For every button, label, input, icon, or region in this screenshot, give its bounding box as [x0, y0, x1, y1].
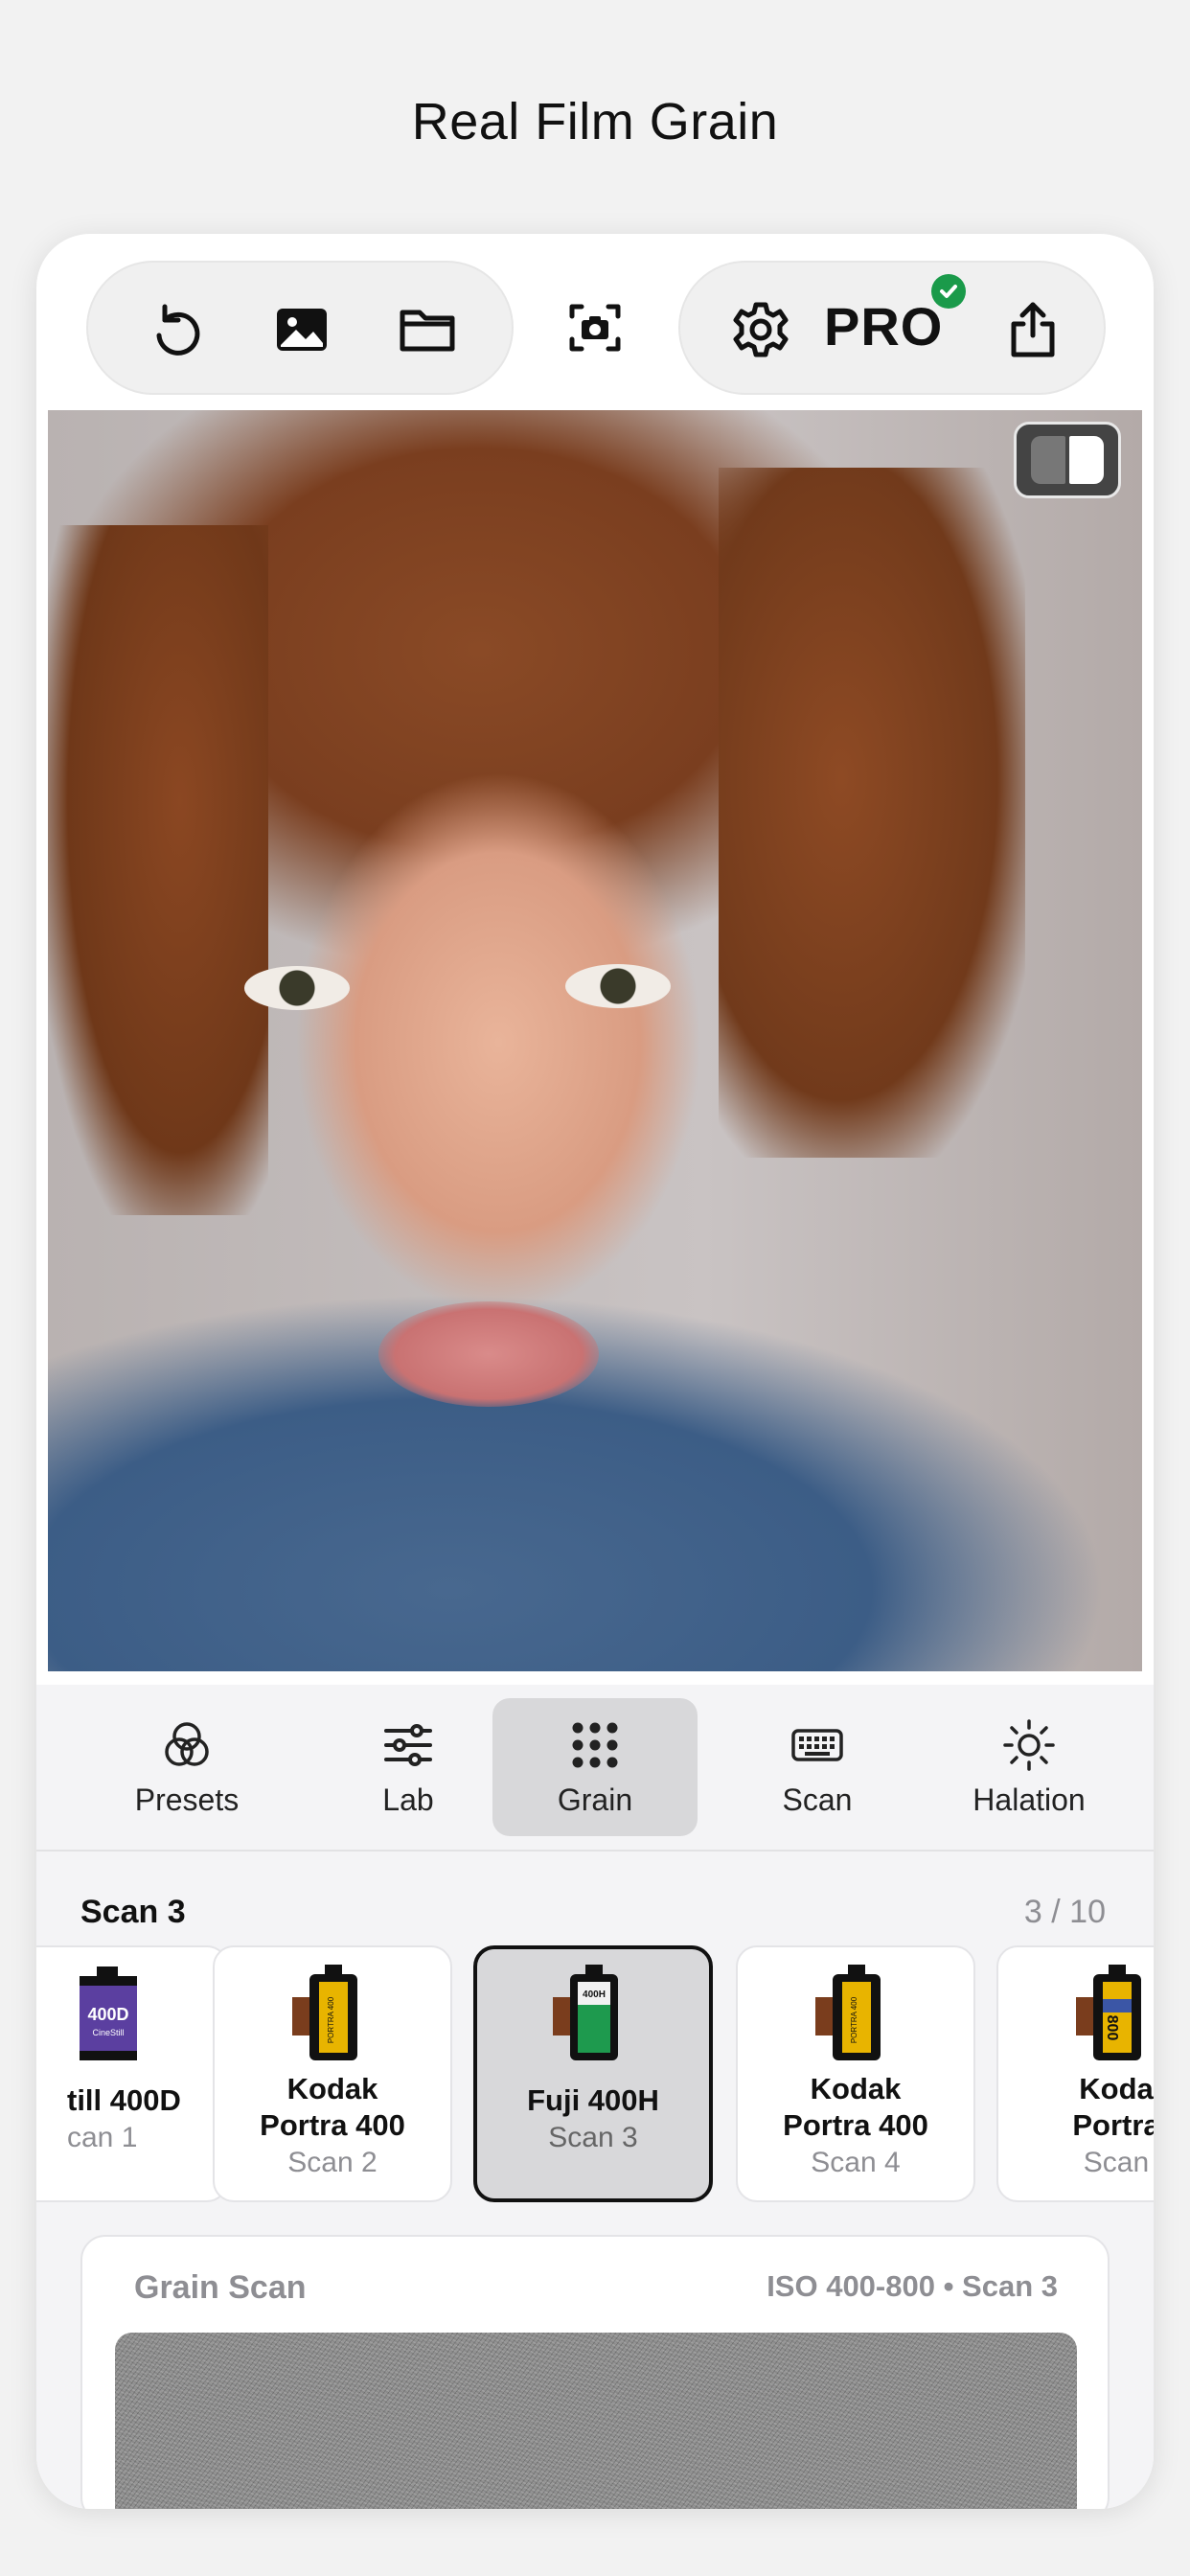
open-folder-button[interactable] [381, 284, 473, 376]
photo-eye-left [244, 966, 350, 1010]
camera-capture-button[interactable] [549, 282, 641, 374]
pro-label: PRO [824, 296, 944, 356]
checkmark-icon [931, 274, 966, 309]
film-card[interactable]: 400D CineStill till 400D can 1 [36, 1945, 228, 2202]
scan-counter: 3 / 10 [1023, 1894, 1106, 1930]
photo-preview[interactable] [48, 410, 1142, 1671]
film-canister-icon: 400H [553, 1965, 618, 2060]
split-compare-icon-right [1069, 436, 1104, 484]
image-icon [277, 309, 327, 351]
toolbar-left-group [86, 261, 514, 395]
grain-card-meta: ISO 400-800 • Scan 3 [767, 2269, 1058, 2303]
pro-button[interactable]: PRO [680, 263, 987, 397]
tab-label: Grain [557, 1782, 633, 1817]
tab-label: Presets [134, 1782, 240, 1817]
tab-label: Halation [973, 1782, 1086, 1817]
grain-dots-icon [572, 1722, 618, 1767]
tab-lab[interactable]: Lab [306, 1698, 511, 1836]
film-carousel[interactable]: 400D CineStill till 400D can 1 PORTRA 40… [36, 1945, 1154, 2204]
photo-hair-right [719, 468, 1025, 1158]
film-scan-label: can 1 [67, 2122, 138, 2153]
film-canister-icon: PORTRA 400 [815, 1965, 881, 2060]
top-toolbar: PRO [36, 247, 1154, 410]
canister-label: PORTRA 400 [850, 1996, 858, 2043]
film-name-line2: Portra [1072, 2108, 1154, 2142]
tool-tabs: Presets Lab Grain Scan Halation [36, 1685, 1154, 1852]
film-card[interactable]: PORTRA 400 Kodak Portra 400 Scan 2 [213, 1945, 452, 2202]
app-window: PRO Presets Lab Grain Scan Halation Scan… [36, 234, 1154, 2509]
film-card[interactable]: 800 Koda Portra Scan [996, 1945, 1154, 2202]
film-name-line1: Kodak [286, 2072, 378, 2105]
film-scan-label: Scan 3 [548, 2122, 638, 2153]
photo-library-button[interactable] [256, 284, 348, 376]
film-scan-label: Scan 2 [287, 2147, 378, 2178]
undo-icon [156, 304, 200, 356]
film-card-selected[interactable]: 400H Fuji 400H Scan 3 [473, 1945, 713, 2202]
tab-label: Scan [782, 1782, 853, 1817]
film-canister-icon: 400D CineStill [80, 1966, 137, 2060]
film-scan-label: Scan 4 [811, 2147, 901, 2178]
scan-title: Scan 3 [80, 1894, 186, 1930]
keyboard-icon [791, 1728, 843, 1761]
page-title: Real Film Grain [411, 93, 779, 150]
film-card[interactable]: PORTRA 400 Kodak Portra 400 Scan 4 [736, 1945, 975, 2202]
sun-icon [1003, 1718, 1055, 1771]
photo-hair-left [48, 525, 268, 1215]
canister-sublabel: CineStill [92, 2028, 124, 2037]
film-name: till 400D [67, 2083, 181, 2117]
grain-card-title: Grain Scan [134, 2269, 307, 2306]
photo-eye-right [565, 964, 671, 1008]
film-scan-label: Scan [1083, 2147, 1150, 2178]
camera-icon [569, 304, 621, 352]
folder-icon [400, 310, 455, 352]
tab-grain[interactable]: Grain [492, 1698, 698, 1836]
sliders-icon [384, 1723, 432, 1766]
film-canister-icon: PORTRA 400 [292, 1965, 357, 2060]
share-icon [1011, 302, 1055, 357]
toolbar-right-group: PRO [678, 261, 1106, 395]
canister-label: 400H [583, 1990, 606, 2000]
scan-panel: Scan 3 3 / 10 400D CineStill till 400D c… [36, 1852, 1154, 2509]
tab-halation[interactable]: Halation [927, 1698, 1132, 1836]
grain-swatch [115, 2333, 1077, 2509]
film-name: Fuji 400H [527, 2083, 659, 2117]
presets-icon [165, 1721, 209, 1766]
film-name-line1: Koda [1079, 2072, 1154, 2105]
film-name-line2: Portra 400 [783, 2108, 928, 2142]
canister-label: PORTRA 400 [327, 1996, 335, 2043]
split-compare-icon [1031, 436, 1065, 484]
tab-label: Lab [382, 1782, 434, 1817]
film-name-line1: Kodak [810, 2072, 902, 2105]
tab-scan[interactable]: Scan [715, 1698, 920, 1836]
undo-button[interactable] [130, 284, 222, 376]
canister-label: 400D [87, 2005, 128, 2024]
film-name-line2: Portra 400 [260, 2108, 405, 2142]
share-button[interactable] [987, 284, 1079, 376]
canister-label: 800 [1104, 2015, 1120, 2041]
tab-presets[interactable]: Presets [84, 1698, 289, 1836]
compare-button[interactable] [1014, 422, 1121, 498]
grain-scan-card: Grain Scan ISO 400-800 • Scan 3 [80, 2235, 1110, 2509]
film-canister-icon: 800 [1076, 1965, 1141, 2060]
photo-lips [378, 1301, 599, 1407]
